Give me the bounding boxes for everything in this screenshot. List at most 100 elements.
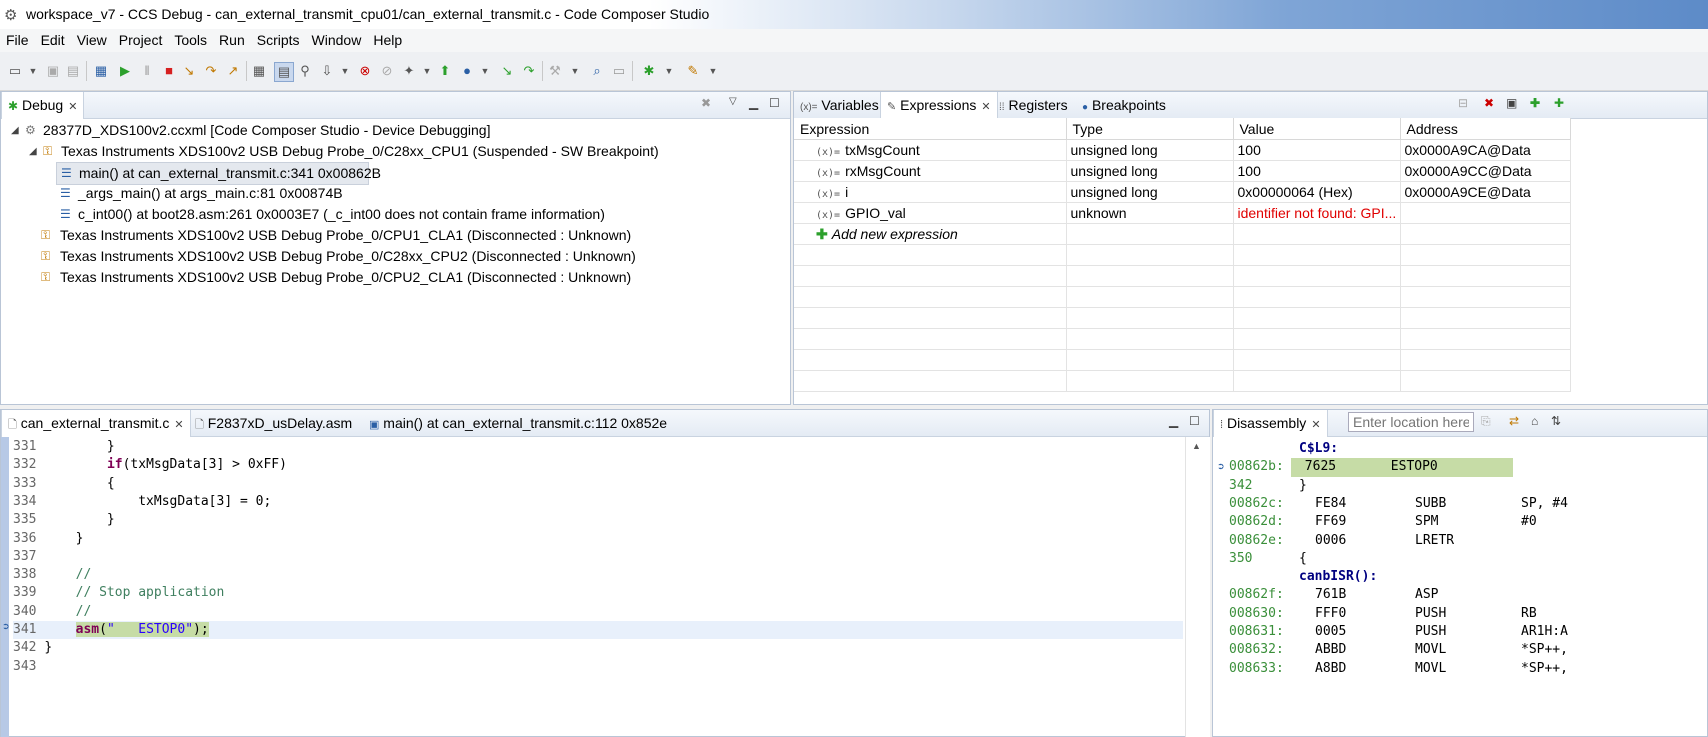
- table-row[interactable]: (x)= GPIO_val unknown identifier not foun…: [794, 202, 1571, 224]
- close-icon[interactable]: ✕: [68, 101, 77, 113]
- code-area[interactable]: 331 } 332 if(txMsgData[3] > 0xFF) 333 { …: [13, 438, 1183, 734]
- scroll-up-icon[interactable]: ▲: [1192, 441, 1201, 451]
- minimize-icon[interactable]: ▁: [1169, 414, 1178, 428]
- tree-row-frame-main[interactable]: ☰ main() at can_external_transmit.c:341 …: [56, 162, 381, 185]
- menu-help[interactable]: Help: [367, 29, 408, 48]
- menu-window[interactable]: Window: [306, 29, 368, 48]
- close-icon[interactable]: ✕: [174, 419, 183, 431]
- external-tools-icon[interactable]: ✎: [684, 62, 702, 80]
- tab-debug[interactable]: ✱ Debug ✕: [1, 92, 85, 119]
- add-new-expression-row[interactable]: ✚ Add new expression: [794, 223, 1571, 245]
- error-value[interactable]: identifier not found: GPI...: [1233, 202, 1401, 224]
- tab-registers[interactable]: ⁞⁞ Registers: [993, 92, 1074, 118]
- disassembly-source-line: 350{: [1229, 550, 1307, 566]
- add-expression-icon[interactable]: ✚: [1530, 96, 1540, 110]
- table-row[interactable]: (x)= rxMsgCount unsigned long 100 0x0000A…: [794, 160, 1571, 182]
- menu-scripts[interactable]: Scripts: [251, 29, 306, 48]
- step-over-icon[interactable]: ↷: [202, 62, 220, 80]
- maximize-icon[interactable]: ☐: [1189, 414, 1200, 428]
- tab-disassembly[interactable]: ⁞ Disassembly ✕: [1213, 410, 1328, 437]
- remove-terminated-icon[interactable]: ✖: [701, 96, 711, 110]
- column-header-expression[interactable]: Expression: [794, 118, 1067, 140]
- save-icon[interactable]: ▣: [44, 62, 62, 80]
- disassembly-listing[interactable]: C$L9: 00862b: 7625 ESTOP0 342} 00862c: FE84…: [1229, 440, 1707, 734]
- resume-icon[interactable]: ▶: [116, 62, 134, 80]
- new-dropdown-icon[interactable]: ▼: [24, 62, 42, 80]
- debug-icon[interactable]: ✱: [640, 62, 658, 80]
- build-icon[interactable]: ⚒: [546, 62, 564, 80]
- close-icon[interactable]: ✕: [981, 101, 990, 113]
- target-config-icon: ⚙: [25, 123, 36, 137]
- build-dropdown-icon[interactable]: ▼: [566, 62, 584, 80]
- run-to-line-icon[interactable]: ⬆: [436, 62, 454, 80]
- code-line: 339 // Stop application: [13, 585, 225, 601]
- collapse-icon[interactable]: ▣: [1506, 96, 1517, 110]
- disassembly-line-current: 00862b: 7625 ESTOP0: [1229, 458, 1513, 477]
- new-expression-icon[interactable]: ✚: [1554, 96, 1564, 110]
- open-console-icon[interactable]: ▭: [610, 62, 628, 80]
- editor-scrollbar[interactable]: ▲: [1185, 437, 1210, 737]
- connect-target-icon[interactable]: ⚲: [296, 62, 314, 80]
- tab-can-external-transmit-c[interactable]: 🗋 can_external_transmit.c ✕: [1, 410, 191, 437]
- step-return-icon[interactable]: ↗: [224, 62, 242, 80]
- restart-icon[interactable]: ✦: [400, 62, 418, 80]
- tab-breakpoints[interactable]: ● Breakpoints: [1076, 92, 1172, 118]
- instruction-stepping-icon[interactable]: ▤: [274, 62, 294, 82]
- c-source-icon: ▣: [369, 419, 380, 431]
- minimize-icon[interactable]: ▁: [749, 96, 758, 110]
- link-with-pc-icon[interactable]: ⇄: [1509, 414, 1519, 428]
- external-tools-dropdown-icon[interactable]: ▼: [704, 62, 722, 80]
- search-icon[interactable]: ⌕: [588, 62, 606, 80]
- load-dropdown-icon[interactable]: ▼: [336, 62, 354, 80]
- assembly-step-into-icon[interactable]: ↘: [498, 62, 516, 80]
- table-row[interactable]: (x)= txMsgCount unsigned long 100 0x0000A…: [794, 139, 1571, 161]
- disassembly-line: 008631: 0005 PUSH AR1H:A: [1229, 624, 1568, 639]
- column-header-address[interactable]: Address: [1400, 118, 1571, 140]
- menu-run[interactable]: Run: [213, 29, 251, 48]
- menu-view[interactable]: View: [71, 29, 113, 48]
- memory-browser-icon[interactable]: ▦: [250, 62, 268, 80]
- debug-panel: ✱ Debug ✕ ✖ ▽ ▁ ☐ ◢ ⚙ 28377D_XDS100v2.ccxm…: [0, 91, 791, 405]
- menu-edit[interactable]: Edit: [35, 29, 71, 48]
- save-all-icon[interactable]: ▤: [64, 62, 82, 80]
- terminate-icon[interactable]: ■: [160, 62, 178, 80]
- suspend-icon[interactable]: ‖: [138, 62, 156, 80]
- stack-frame-icon: ☰: [61, 166, 72, 180]
- tab-main-source-lookup[interactable]: ▣ main() at can_external_transmit.c:112 …: [363, 410, 673, 436]
- step-into-icon[interactable]: ↘: [180, 62, 198, 80]
- menu-project[interactable]: Project: [113, 29, 169, 48]
- home-icon[interactable]: ⌂: [1531, 414, 1538, 428]
- remove-expression-icon[interactable]: ✖: [1484, 96, 1494, 110]
- title-bar: ⚙ workspace_v7 - CCS Debug - can_externa…: [0, 0, 1708, 29]
- column-header-value[interactable]: Value: [1233, 118, 1401, 140]
- column-header-type[interactable]: Type: [1066, 118, 1234, 140]
- remove-breakpoint-icon[interactable]: ⊗: [356, 62, 374, 80]
- table-row[interactable]: (x)= i unsigned long 0x00000064 (Hex) 0x0…: [794, 181, 1571, 203]
- collapse-all-icon[interactable]: ⊟: [1458, 96, 1468, 110]
- code-line: 343: [13, 658, 37, 674]
- tab-usdelay-asm[interactable]: 🗋 F2837xD_usDelay.asm: [189, 410, 358, 436]
- menu-file[interactable]: File: [0, 29, 35, 48]
- menu-tools[interactable]: Tools: [168, 29, 213, 48]
- debug-dropdown-icon[interactable]: ▼: [660, 62, 678, 80]
- new-icon[interactable]: ▭: [6, 62, 24, 80]
- remove-all-breakpoints-icon[interactable]: ⊘: [378, 62, 396, 80]
- reset-dropdown-icon[interactable]: ▼: [476, 62, 494, 80]
- editor-tab-header: 🗋 can_external_transmit.c ✕ 🗋 F2837xD_usD…: [1, 410, 1209, 437]
- location-input[interactable]: [1348, 412, 1474, 432]
- go-to-location-icon[interactable]: ⎘: [1481, 414, 1491, 429]
- close-icon[interactable]: ✕: [1311, 419, 1320, 431]
- maximize-icon[interactable]: ☐: [769, 96, 780, 110]
- tab-expressions[interactable]: ✎ Expressions ✕: [880, 92, 998, 119]
- code-line: 338 //: [13, 567, 92, 583]
- debug-view-icon[interactable]: ▦: [92, 62, 110, 80]
- reset-icon[interactable]: ●: [458, 62, 476, 80]
- code-line: 331 }: [13, 439, 115, 454]
- view-menu-icon[interactable]: ▽: [729, 96, 737, 107]
- source-toggle-icon[interactable]: ⇅: [1551, 414, 1561, 428]
- disassembly-tab-header: ⁞ Disassembly✕ ⎘ ⇄ ⌂ ⇅: [1213, 410, 1707, 437]
- assembly-step-over-icon[interactable]: ↷: [520, 62, 538, 80]
- load-program-icon[interactable]: ⇩: [318, 62, 336, 80]
- tab-variables[interactable]: (x)= Variables: [794, 92, 885, 118]
- restart-dropdown-icon[interactable]: ▼: [418, 62, 436, 80]
